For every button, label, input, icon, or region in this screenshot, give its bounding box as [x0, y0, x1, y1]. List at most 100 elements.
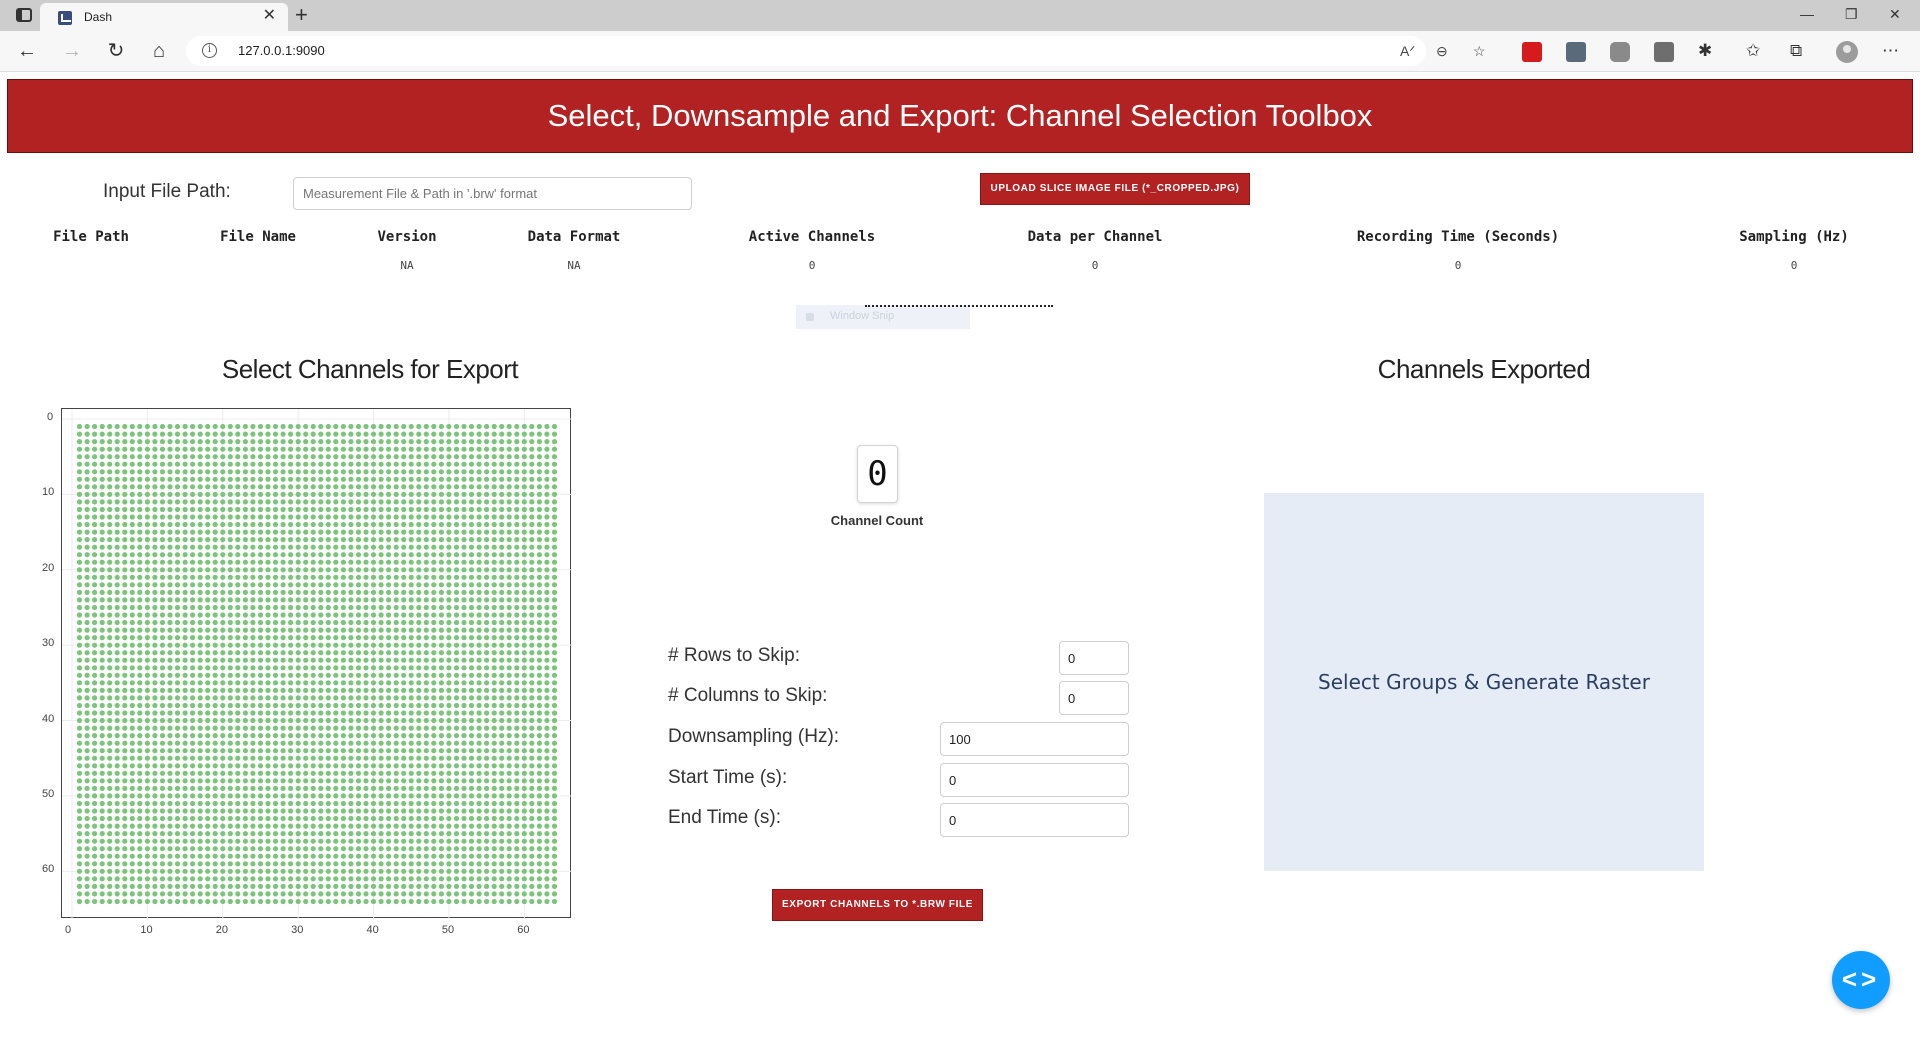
channel-point[interactable]: [438, 657, 444, 663]
channel-point[interactable]: [265, 846, 271, 852]
channel-point[interactable]: [544, 710, 550, 716]
channel-point[interactable]: [197, 891, 203, 897]
channel-point[interactable]: [401, 544, 407, 550]
channel-point[interactable]: [416, 891, 422, 897]
channel-point[interactable]: [431, 537, 437, 543]
channel-point[interactable]: [333, 755, 339, 761]
channel-point[interactable]: [167, 672, 173, 678]
channel-point[interactable]: [144, 891, 150, 897]
channel-point[interactable]: [461, 740, 467, 746]
channel-point[interactable]: [484, 687, 490, 693]
channel-point[interactable]: [242, 717, 248, 724]
channel-point[interactable]: [370, 499, 377, 505]
channel-point[interactable]: [446, 702, 452, 709]
channel-point[interactable]: [393, 521, 399, 528]
forward-icon[interactable]: →: [58, 37, 86, 65]
channel-point[interactable]: [144, 831, 150, 837]
channel-point[interactable]: [197, 469, 203, 475]
channel-point[interactable]: [122, 537, 128, 543]
channel-point[interactable]: [197, 537, 203, 543]
channel-point[interactable]: [393, 423, 399, 430]
channel-point[interactable]: [152, 423, 158, 430]
channel-point[interactable]: [242, 710, 248, 716]
channel-point[interactable]: [250, 484, 256, 490]
channel-point[interactable]: [551, 635, 558, 641]
channel-point[interactable]: [355, 537, 362, 543]
channel-point[interactable]: [129, 748, 135, 754]
channel-point[interactable]: [536, 733, 542, 739]
channel-point[interactable]: [190, 439, 196, 445]
channel-point[interactable]: [107, 868, 113, 874]
channel-point[interactable]: [280, 431, 286, 437]
channel-point[interactable]: [416, 521, 422, 528]
channel-point[interactable]: [220, 514, 226, 520]
channel-point[interactable]: [446, 499, 452, 505]
channel-point[interactable]: [325, 861, 331, 867]
channel-point[interactable]: [220, 883, 226, 889]
channel-point[interactable]: [529, 831, 535, 837]
channel-point[interactable]: [303, 582, 309, 588]
channel-point[interactable]: [551, 763, 558, 769]
channel-point[interactable]: [514, 476, 520, 482]
channel-point[interactable]: [265, 446, 271, 452]
channel-point[interactable]: [536, 717, 542, 724]
channel-point[interactable]: [107, 461, 113, 467]
channel-point[interactable]: [265, 635, 271, 641]
channel-point[interactable]: [521, 710, 527, 716]
channel-point[interactable]: [250, 876, 256, 882]
channel-point[interactable]: [114, 710, 120, 716]
channel-point[interactable]: [461, 559, 467, 565]
channel-point[interactable]: [114, 770, 120, 776]
channel-point[interactable]: [288, 846, 294, 852]
channel-point[interactable]: [438, 898, 444, 905]
channel-point[interactable]: [129, 717, 135, 724]
channel-point[interactable]: [476, 808, 482, 814]
channel-point[interactable]: [310, 717, 316, 724]
channel-point[interactable]: [544, 461, 550, 467]
channel-point[interactable]: [446, 740, 452, 746]
channel-point[interactable]: [378, 589, 384, 595]
channel-point[interactable]: [386, 619, 392, 626]
channel-point[interactable]: [92, 672, 98, 678]
channel-point[interactable]: [257, 491, 264, 497]
channel-point[interactable]: [310, 582, 316, 588]
channel-point[interactable]: [453, 423, 460, 430]
channel-point[interactable]: [265, 876, 271, 882]
channel-point[interactable]: [182, 680, 188, 686]
channel-point[interactable]: [551, 423, 558, 430]
channel-point[interactable]: [514, 431, 520, 437]
channel-point[interactable]: [190, 672, 196, 678]
channel-point[interactable]: [114, 891, 120, 897]
channel-point[interactable]: [242, 665, 248, 671]
channel-point[interactable]: [107, 755, 113, 761]
channel-point[interactable]: [461, 831, 467, 837]
channel-point[interactable]: [257, 619, 264, 626]
channel-point[interactable]: [92, 484, 98, 490]
channel-point[interactable]: [288, 529, 294, 535]
channel-point[interactable]: [182, 823, 188, 829]
channel-point[interactable]: [152, 687, 158, 693]
channel-point[interactable]: [235, 582, 241, 588]
channel-point[interactable]: [84, 861, 90, 867]
channel-point[interactable]: [484, 891, 490, 897]
channel-point[interactable]: [167, 469, 173, 475]
channel-point[interactable]: [551, 544, 558, 550]
channel-point[interactable]: [551, 506, 558, 513]
channel-point[interactable]: [340, 831, 346, 837]
channel-point[interactable]: [431, 612, 437, 618]
channel-point[interactable]: [468, 898, 475, 905]
channel-point[interactable]: [378, 725, 384, 731]
channel-point[interactable]: [227, 725, 233, 731]
channel-point[interactable]: [378, 582, 384, 588]
channel-point[interactable]: [257, 808, 264, 814]
channel-point[interactable]: [310, 604, 316, 611]
channel-point[interactable]: [340, 883, 346, 889]
channel-point[interactable]: [438, 695, 444, 701]
channel-point[interactable]: [167, 717, 173, 724]
channel-point[interactable]: [453, 883, 460, 889]
channel-point[interactable]: [325, 612, 331, 618]
channel-point[interactable]: [499, 454, 505, 460]
channel-point[interactable]: [84, 672, 90, 678]
channel-point[interactable]: [340, 454, 346, 460]
channel-point[interactable]: [227, 808, 233, 814]
